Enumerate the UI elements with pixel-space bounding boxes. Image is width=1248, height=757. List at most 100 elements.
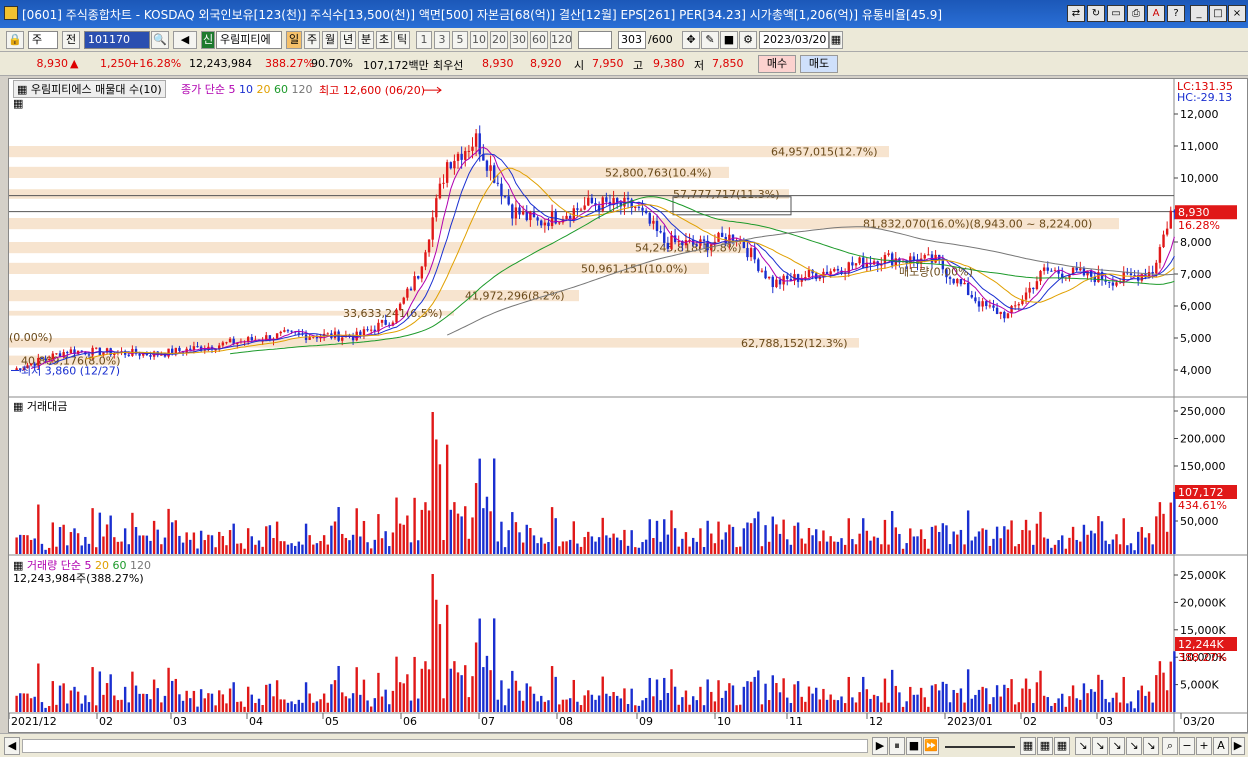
interval-1[interactable]: 1 [416, 31, 432, 49]
volume-bar [127, 702, 130, 712]
settings-icon[interactable]: ⚙ [739, 31, 757, 49]
high-label: 고 [633, 59, 644, 72]
interval-30[interactable]: 30 [510, 31, 528, 49]
interval-5[interactable]: 5 [452, 31, 468, 49]
zoom-slider[interactable] [945, 746, 1015, 748]
amount-bar [290, 543, 293, 554]
sell-button[interactable]: 매도 [800, 55, 838, 73]
candle-body [464, 151, 467, 160]
crosshair-icon[interactable]: ✥ [682, 31, 700, 49]
code-input[interactable]: 101170 [84, 31, 150, 49]
period-2[interactable]: 년 [340, 31, 356, 49]
amount-bar [807, 527, 811, 554]
amount-bar [1028, 530, 1031, 554]
volume-bar [123, 686, 127, 712]
volume-bar [818, 699, 822, 712]
minimize-button[interactable]: _ [1190, 5, 1208, 22]
date-input[interactable]: 2023/03/20 [759, 31, 829, 49]
amount-bar [409, 542, 413, 554]
amount-bar [1075, 539, 1078, 554]
amount-bar [131, 512, 134, 554]
link-icon[interactable]: ⇄ [1067, 5, 1085, 22]
pause-icon[interactable]: ⏸ [889, 737, 905, 755]
interval-10[interactable]: 10 [470, 31, 488, 49]
period-4[interactable]: 초 [376, 31, 392, 49]
view-icon-2[interactable]: ▦ [1037, 737, 1053, 755]
scroll-track[interactable] [22, 739, 868, 753]
prev-button[interactable]: 전 [62, 31, 80, 49]
chart-area[interactable]: 64,957,015(12.7%) 52,800,763(10.4%) 57,777… [8, 78, 1248, 734]
ratio: 90.70% [311, 57, 353, 70]
amount-bar [239, 543, 243, 554]
interval-3[interactable]: 3 [434, 31, 450, 49]
period-5[interactable]: 틱 [394, 31, 410, 49]
help-icon[interactable]: ? [1167, 5, 1185, 22]
calendar-icon[interactable]: ▦ [829, 31, 843, 49]
blank-input[interactable] [578, 31, 612, 49]
candle-body [511, 204, 514, 219]
print-icon[interactable]: ⎙ [1127, 5, 1145, 22]
volume-profile-label: 33,633,241(6.5%) [343, 307, 443, 320]
amount-bar [981, 528, 984, 554]
volume-bar [901, 706, 905, 712]
period-day[interactable]: 일 [286, 31, 302, 49]
scroll-left-icon[interactable]: ◀ [4, 737, 20, 755]
volume-bar [720, 697, 724, 712]
view-icon-3[interactable]: ▦ [1054, 737, 1070, 755]
window-icon[interactable]: ▭ [1107, 5, 1125, 22]
zoom-in-icon[interactable]: + [1196, 737, 1212, 755]
period-1[interactable]: 월 [322, 31, 338, 49]
font-size-icon[interactable]: A [1213, 737, 1229, 755]
candle-body [590, 197, 594, 204]
view-icon-1[interactable]: ▦ [1020, 737, 1036, 755]
interval-60[interactable]: 60 [530, 31, 548, 49]
search-icon[interactable]: 🔍 [151, 31, 169, 49]
scroll-right-icon[interactable]: ▶ [1231, 737, 1245, 755]
refresh-icon[interactable]: ↻ [1087, 5, 1105, 22]
amount-bar [116, 541, 120, 554]
draw-icon-3[interactable]: ↘ [1109, 737, 1125, 755]
volume-bar [145, 693, 149, 712]
bottom-scrollbar[interactable]: ◀ ▶ ⏸ ■ ⏩ ▦ ▦ ▦ ↘ ↘ ↘ ↘ ↘ ⌕ − + A ▶ [0, 733, 1248, 757]
lock-icon[interactable]: 🔒 [6, 31, 24, 49]
draw-icon-1[interactable]: ↘ [1075, 737, 1091, 755]
draw-icon-4[interactable]: ↘ [1126, 737, 1142, 755]
volume-bar [160, 702, 163, 712]
period-3[interactable]: 분 [358, 31, 374, 49]
amount-bar [1165, 531, 1169, 554]
amount-bar [796, 522, 800, 554]
save-icon[interactable]: ■ [720, 31, 738, 49]
interval-120[interactable]: 120 [550, 31, 572, 49]
amount-bar [286, 544, 290, 554]
price-tick-label: 7,000 [1180, 268, 1212, 281]
volume-bar [710, 691, 713, 712]
draw-icon-2[interactable]: ↘ [1092, 737, 1108, 755]
amount-bar [1133, 550, 1136, 554]
mode-select[interactable]: 주 [28, 31, 58, 49]
period-0[interactable]: 주 [304, 31, 320, 49]
volume-bar [51, 681, 54, 712]
search-icon[interactable]: ⌕ [1162, 737, 1178, 755]
interval-20[interactable]: 20 [490, 31, 508, 49]
amount-bar [279, 541, 282, 554]
count-input[interactable]: 303 [618, 31, 646, 49]
play-icon[interactable]: ▶ [872, 737, 888, 755]
stop-icon[interactable]: ■ [906, 737, 922, 755]
zoom-out-icon[interactable]: − [1179, 737, 1195, 755]
volume-bar [612, 692, 615, 712]
x-tick-label: 09 [639, 715, 653, 728]
buy-button[interactable]: 매수 [758, 55, 796, 73]
font-icon[interactable]: A [1147, 5, 1165, 22]
close-button[interactable]: × [1228, 5, 1246, 22]
tool-icon[interactable]: ✎ [701, 31, 719, 49]
fast-forward-icon[interactable]: ⏩ [923, 737, 939, 755]
amount-bar [793, 525, 796, 554]
amount-bar [1118, 544, 1122, 554]
maximize-button[interactable]: □ [1209, 5, 1227, 22]
volume-bar [992, 697, 995, 712]
speaker-icon[interactable]: ◀ [173, 31, 197, 49]
volume-bar [243, 706, 246, 712]
draw-icon-5[interactable]: ↘ [1143, 737, 1159, 755]
candle-body [1042, 267, 1046, 271]
volume-bar [883, 678, 887, 712]
